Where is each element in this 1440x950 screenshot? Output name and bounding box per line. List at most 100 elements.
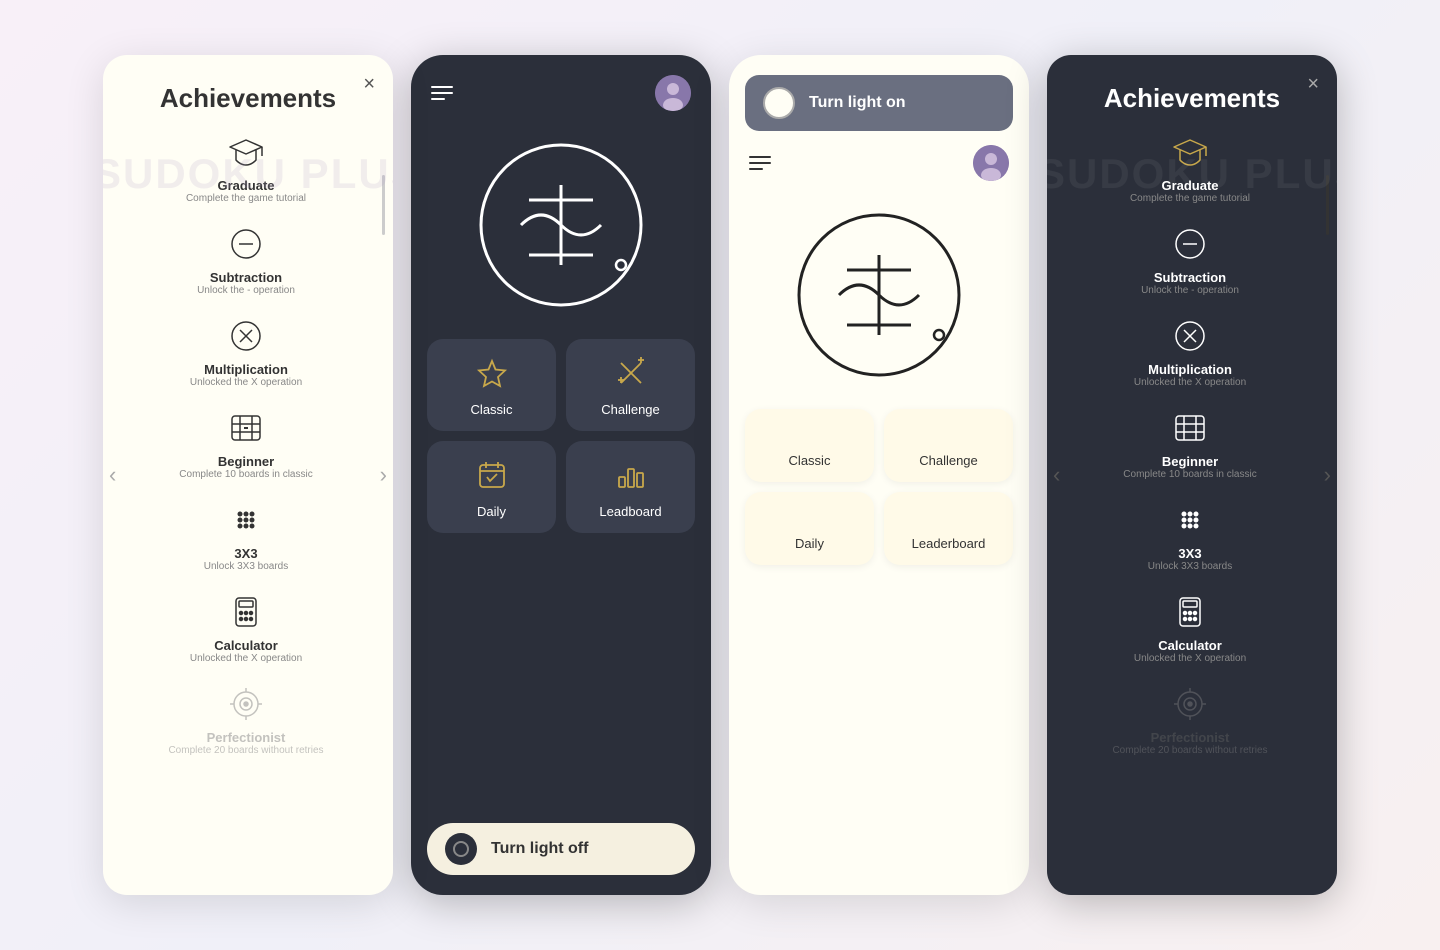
multiplication-desc-dark: Unlocked the X operation bbox=[1134, 377, 1246, 388]
hamburger-icon-light[interactable] bbox=[749, 156, 771, 170]
perfectionist-icon-light bbox=[224, 682, 268, 726]
perfectionist-name-dark: Perfectionist bbox=[1151, 730, 1230, 745]
tile-leadboard-label-dark: Leadboard bbox=[599, 504, 661, 519]
phone-header-light bbox=[745, 145, 1013, 181]
logo-light bbox=[779, 195, 979, 395]
achievement-multiplication-dark: Multiplication Unlocked the X operation bbox=[1063, 314, 1317, 388]
beginner-desc-dark: Complete 10 boards in classic bbox=[1123, 469, 1256, 480]
perfectionist-icon-dark bbox=[1168, 682, 1212, 726]
subtraction-desc-light: Unlock the - operation bbox=[197, 285, 295, 296]
tile-challenge-label-light: Challenge bbox=[919, 453, 978, 468]
tile-classic-dark[interactable]: Classic bbox=[427, 339, 556, 431]
multiplication-icon-light bbox=[224, 314, 268, 358]
3x3-icon-dark bbox=[1168, 498, 1212, 542]
tile-leaderboard-light[interactable]: Leaderboard bbox=[884, 492, 1013, 565]
achievement-subtraction-dark: Subtraction Unlock the - operation bbox=[1063, 222, 1317, 296]
nav-left-dark[interactable]: ‹ bbox=[1053, 462, 1060, 488]
perfectionist-name-light: Perfectionist bbox=[207, 730, 286, 745]
tile-challenge-label-dark: Challenge bbox=[601, 402, 660, 417]
tile-leaderboard-dark[interactable]: Leadboard bbox=[566, 441, 695, 533]
tile-daily-dark[interactable]: Daily bbox=[427, 441, 556, 533]
subtraction-icon-dark bbox=[1168, 222, 1212, 266]
calculator-desc-light: Unlocked the X operation bbox=[190, 653, 302, 664]
bg-watermark-light: SUDOKU PLUS bbox=[103, 150, 393, 198]
subtraction-desc-dark: Unlock the - operation bbox=[1141, 285, 1239, 296]
nav-right-light[interactable]: › bbox=[380, 462, 387, 488]
tile-classic-label-dark: Classic bbox=[471, 402, 513, 417]
subtraction-icon-light bbox=[224, 222, 268, 266]
star-icon-dark bbox=[476, 357, 508, 394]
calculator-icon-dark bbox=[1168, 590, 1212, 634]
phone-header-dark bbox=[427, 75, 695, 111]
beginner-icon-dark bbox=[1168, 406, 1212, 450]
achievements-panel-dark: SUDOKU PLUS × Achievements ‹ › Graduate … bbox=[1047, 55, 1337, 895]
perfectionist-desc-light: Complete 20 boards without retries bbox=[168, 745, 323, 756]
bg-watermark-dark: SUDOKU PLUS bbox=[1047, 150, 1337, 198]
tile-daily-label-light: Daily bbox=[795, 536, 824, 551]
nav-left-light[interactable]: ‹ bbox=[109, 462, 116, 488]
beginner-desc-light: Complete 10 boards in classic bbox=[179, 469, 312, 480]
toggle-light-on-bar[interactable]: Turn light on bbox=[745, 75, 1013, 131]
subtraction-name-dark: Subtraction bbox=[1154, 270, 1226, 285]
logo-dark bbox=[461, 125, 661, 325]
tile-classic-label-light: Classic bbox=[789, 453, 831, 468]
achievement-list-dark: Graduate Complete the game tutorial Subt… bbox=[1063, 130, 1321, 875]
multiplication-desc-light: Unlocked the X operation bbox=[190, 377, 302, 388]
beginner-name-light: Beginner bbox=[218, 454, 274, 469]
toggle-label-dark: Turn light off bbox=[491, 840, 588, 858]
avatar-light[interactable] bbox=[973, 145, 1009, 181]
calculator-icon-light bbox=[224, 590, 268, 634]
achievement-3x3-dark: 3X3 Unlock 3X3 boards bbox=[1063, 498, 1317, 572]
achievement-perfectionist-light: Perfectionist Complete 20 boards without… bbox=[119, 682, 373, 756]
achievements-title-dark: Achievements bbox=[1104, 83, 1280, 114]
barchart-icon-dark bbox=[615, 459, 647, 496]
achievement-subtraction-light: Subtraction Unlock the - operation bbox=[119, 222, 373, 296]
toggle-knob-dark bbox=[445, 833, 477, 865]
toggle-label-light-on: Turn light on bbox=[809, 94, 906, 112]
beginner-name-dark: Beginner bbox=[1162, 454, 1218, 469]
subtraction-name-light: Subtraction bbox=[210, 270, 282, 285]
game-grid-light: Classic Challenge bbox=[745, 409, 1013, 565]
achievement-multiplication-light: Multiplication Unlocked the X operation bbox=[119, 314, 373, 388]
3x3-desc-light: Unlock 3X3 boards bbox=[204, 561, 289, 572]
calendar-icon-dark bbox=[476, 459, 508, 496]
3x3-name-light: 3X3 bbox=[234, 546, 257, 561]
nav-right-dark[interactable]: › bbox=[1324, 462, 1331, 488]
calculator-name-light: Calculator bbox=[214, 638, 278, 653]
perfectionist-desc-dark: Complete 20 boards without retries bbox=[1112, 745, 1267, 756]
multiplication-name-light: Multiplication bbox=[204, 362, 288, 377]
achievements-title-light: Achievements bbox=[160, 83, 336, 114]
tile-leaderboard-label-light: Leaderboard bbox=[912, 536, 986, 551]
achievement-3x3-light: 3X3 Unlock 3X3 boards bbox=[119, 498, 373, 572]
hamburger-icon-dark[interactable] bbox=[431, 86, 453, 100]
achievement-calculator-light: Calculator Unlocked the X operation bbox=[119, 590, 373, 664]
achievement-calculator-dark: Calculator Unlocked the X operation bbox=[1063, 590, 1317, 664]
calculator-desc-dark: Unlocked the X operation bbox=[1134, 653, 1246, 664]
avatar-dark[interactable] bbox=[655, 75, 691, 111]
close-button-light[interactable]: × bbox=[363, 73, 375, 96]
achievements-panel-light: SUDOKU PLUS × Achievements ‹ › Graduate … bbox=[103, 55, 393, 895]
toggle-light-off[interactable]: Turn light off bbox=[427, 823, 695, 875]
toggle-knob-light bbox=[763, 87, 795, 119]
achievement-list-light: Graduate Complete the game tutorial Subt… bbox=[119, 130, 377, 875]
3x3-desc-dark: Unlock 3X3 boards bbox=[1148, 561, 1233, 572]
tile-daily-label-dark: Daily bbox=[477, 504, 506, 519]
tile-challenge-dark[interactable]: Challenge bbox=[566, 339, 695, 431]
beginner-icon-light bbox=[224, 406, 268, 450]
multiplication-icon-dark bbox=[1168, 314, 1212, 358]
calculator-name-dark: Calculator bbox=[1158, 638, 1222, 653]
multiplication-name-dark: Multiplication bbox=[1148, 362, 1232, 377]
close-button-dark[interactable]: × bbox=[1307, 73, 1319, 96]
achievement-beginner-light: Beginner Complete 10 boards in classic bbox=[119, 406, 373, 480]
tile-classic-light[interactable]: Classic bbox=[745, 409, 874, 482]
3x3-icon-light bbox=[224, 498, 268, 542]
swords-icon-dark bbox=[615, 357, 647, 394]
3x3-name-dark: 3X3 bbox=[1178, 546, 1201, 561]
phone-dark: Classic Challenge bbox=[411, 55, 711, 895]
tile-challenge-light[interactable]: Challenge bbox=[884, 409, 1013, 482]
game-grid-dark: Classic Challenge bbox=[427, 339, 695, 533]
tile-daily-light[interactable]: Daily bbox=[745, 492, 874, 565]
achievement-perfectionist-dark: Perfectionist Complete 20 boards without… bbox=[1063, 682, 1317, 756]
phone-light: Turn light on bbox=[729, 55, 1029, 895]
achievement-beginner-dark: Beginner Complete 10 boards in classic bbox=[1063, 406, 1317, 480]
